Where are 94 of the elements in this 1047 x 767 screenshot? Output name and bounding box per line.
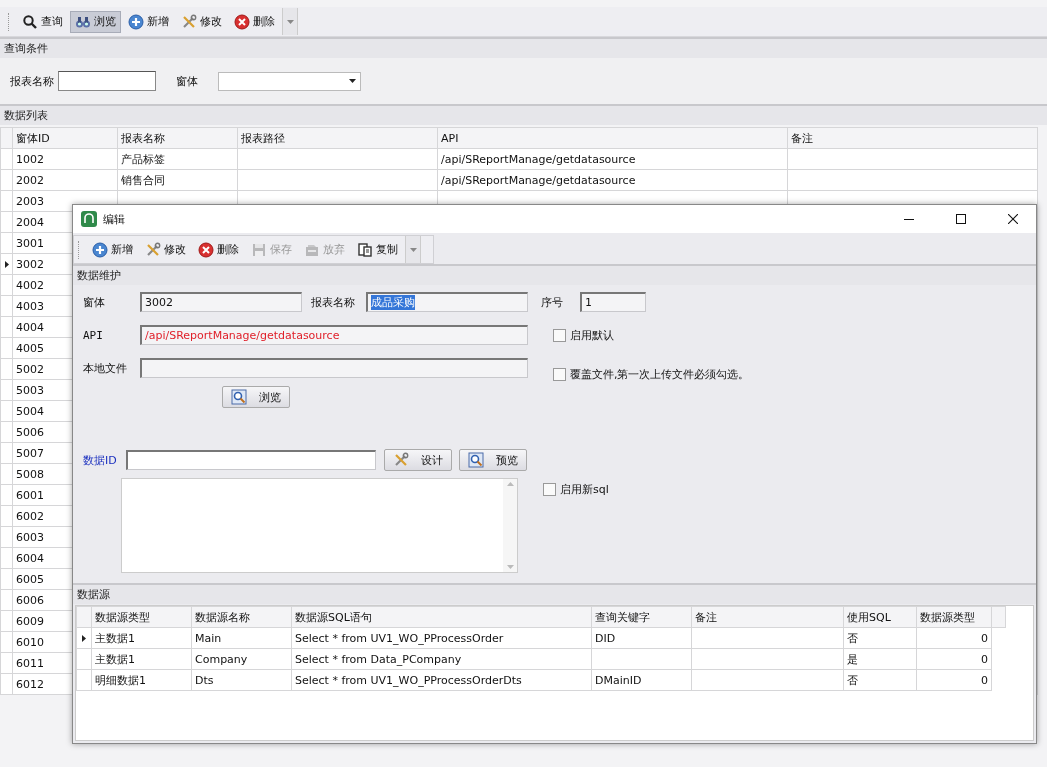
column-header[interactable]: 数据源SQL语句 [291, 606, 592, 628]
input-field[interactable]: /api/SReportManage/getdatasource [140, 325, 528, 345]
delete-icon [198, 241, 214, 258]
input-field[interactable] [126, 450, 376, 470]
field-label: 报表名称 [311, 294, 356, 310]
caret-icon [286, 19, 294, 24]
column-header[interactable]: 数据源类型 [91, 606, 192, 628]
field-label: 窗体 [176, 73, 198, 89]
table-cell: Main [191, 627, 292, 649]
table-cell: /api/SReportManage/getdatasource [437, 169, 788, 191]
table-cell: /api/SReportManage/getdatasource [437, 148, 788, 170]
search-icon [22, 13, 38, 30]
app-icon [81, 211, 97, 227]
table-cell: 主数据1 [91, 627, 192, 649]
plus-circle-icon [128, 13, 144, 30]
selected-text: 成品采购 [371, 295, 415, 310]
plus-circle-icon [92, 241, 108, 258]
panel-header: 查询条件 [0, 37, 1047, 58]
row-pointer-icon [82, 634, 86, 642]
table-cell: 明细数据1 [91, 669, 192, 691]
tools-icon [181, 13, 197, 30]
overflow-button[interactable] [282, 8, 298, 35]
table-cell: 1002 [12, 148, 118, 170]
overflow-button[interactable] [405, 236, 421, 263]
field-label: 报表名称 [10, 73, 54, 89]
panel-header: 数据源 [73, 583, 1036, 604]
caret-icon [349, 79, 356, 83]
button[interactable]: 预览 [459, 449, 527, 471]
column-header[interactable]: 报表名称 [117, 127, 238, 149]
table-cell: 销售合同 [117, 169, 238, 191]
magnifier-icon [468, 452, 484, 468]
table-cell: 产品标签 [117, 148, 238, 170]
panel-header: 数据列表 [0, 104, 1047, 125]
column-header[interactable]: 报表路径 [237, 127, 438, 149]
input-field[interactable]: 3002 [140, 292, 302, 312]
toolbar-button[interactable]: 复制 [352, 238, 403, 261]
toolbar-button[interactable]: 删除 [193, 238, 244, 261]
row-pointer-icon [4, 260, 9, 268]
scrollbar[interactable] [503, 479, 517, 572]
table-cell: Dts [191, 669, 292, 691]
table-cell: 主数据1 [91, 648, 192, 670]
table-cell: 0 [916, 627, 992, 649]
column-header[interactable]: 窗体ID [12, 127, 118, 149]
input-field[interactable]: 成品采购 [366, 292, 528, 312]
table-cell: 0 [916, 648, 992, 670]
panel-header: 数据维护 [73, 264, 1036, 285]
column-header[interactable]: 使用SQL [843, 606, 917, 628]
toolbar-button[interactable]: 新增 [123, 10, 174, 33]
table-cell: 0 [916, 669, 992, 691]
checkbox[interactable]: 覆盖文件,第一次上传文件必须勾选。 [553, 366, 750, 382]
caret-icon [409, 247, 417, 252]
close-icon [1008, 214, 1018, 224]
table-cell: DID [591, 627, 692, 649]
maximize-icon [956, 214, 966, 224]
column-header[interactable]: API [437, 127, 788, 149]
column-header[interactable]: 查询关键字 [591, 606, 692, 628]
column-header[interactable]: 数据源名称 [191, 606, 292, 628]
copy-icon [357, 241, 373, 258]
table-cell: 否 [843, 669, 917, 691]
toolbar-button[interactable]: 查询 [17, 10, 68, 33]
table-cell: 否 [843, 627, 917, 649]
toolbar-button[interactable]: 浏览 [70, 10, 121, 33]
minimize-icon [904, 218, 914, 220]
field-label: 序号 [541, 294, 564, 310]
text-field[interactable] [58, 71, 156, 91]
input-field[interactable] [140, 358, 528, 378]
table-cell: DMainID [591, 669, 692, 691]
tools-icon [145, 241, 161, 258]
column-header[interactable]: 备注 [691, 606, 844, 628]
delete-icon [234, 13, 250, 30]
checkbox[interactable]: 启用默认 [553, 327, 614, 343]
input-field[interactable]: 1 [580, 292, 646, 312]
scroll-down-icon [506, 565, 514, 569]
table-cell: Select * from UV1_WO_PProcessOrder [291, 627, 592, 649]
magnifier-icon [231, 389, 247, 405]
table-cell: 是 [843, 648, 917, 670]
toolbar-button[interactable]: 修改 [176, 10, 227, 33]
scroll-up-icon [506, 482, 514, 486]
button[interactable]: 设计 [384, 449, 452, 471]
table-cell: Company [191, 648, 292, 670]
table-cell: 2002 [12, 169, 118, 191]
floppy-icon [251, 241, 267, 258]
tools-icon [393, 452, 409, 468]
text-area[interactable] [121, 478, 518, 573]
checkbox[interactable]: 启用新sql [543, 482, 609, 497]
table-cell: Select * from Data_PCompany [291, 648, 592, 670]
table-cell: Select * from UV1_WO_PProcessOrderDts [291, 669, 592, 691]
toolbar-button[interactable]: 删除 [229, 10, 280, 33]
toolbar-button[interactable]: 修改 [140, 238, 191, 261]
dropdown-field[interactable] [218, 71, 361, 91]
column-header[interactable]: 数据源类型 [916, 606, 992, 628]
column-header[interactable]: 备注 [787, 127, 1038, 149]
button[interactable]: 浏览 [222, 386, 290, 408]
field-label: 窗体 [83, 294, 106, 310]
